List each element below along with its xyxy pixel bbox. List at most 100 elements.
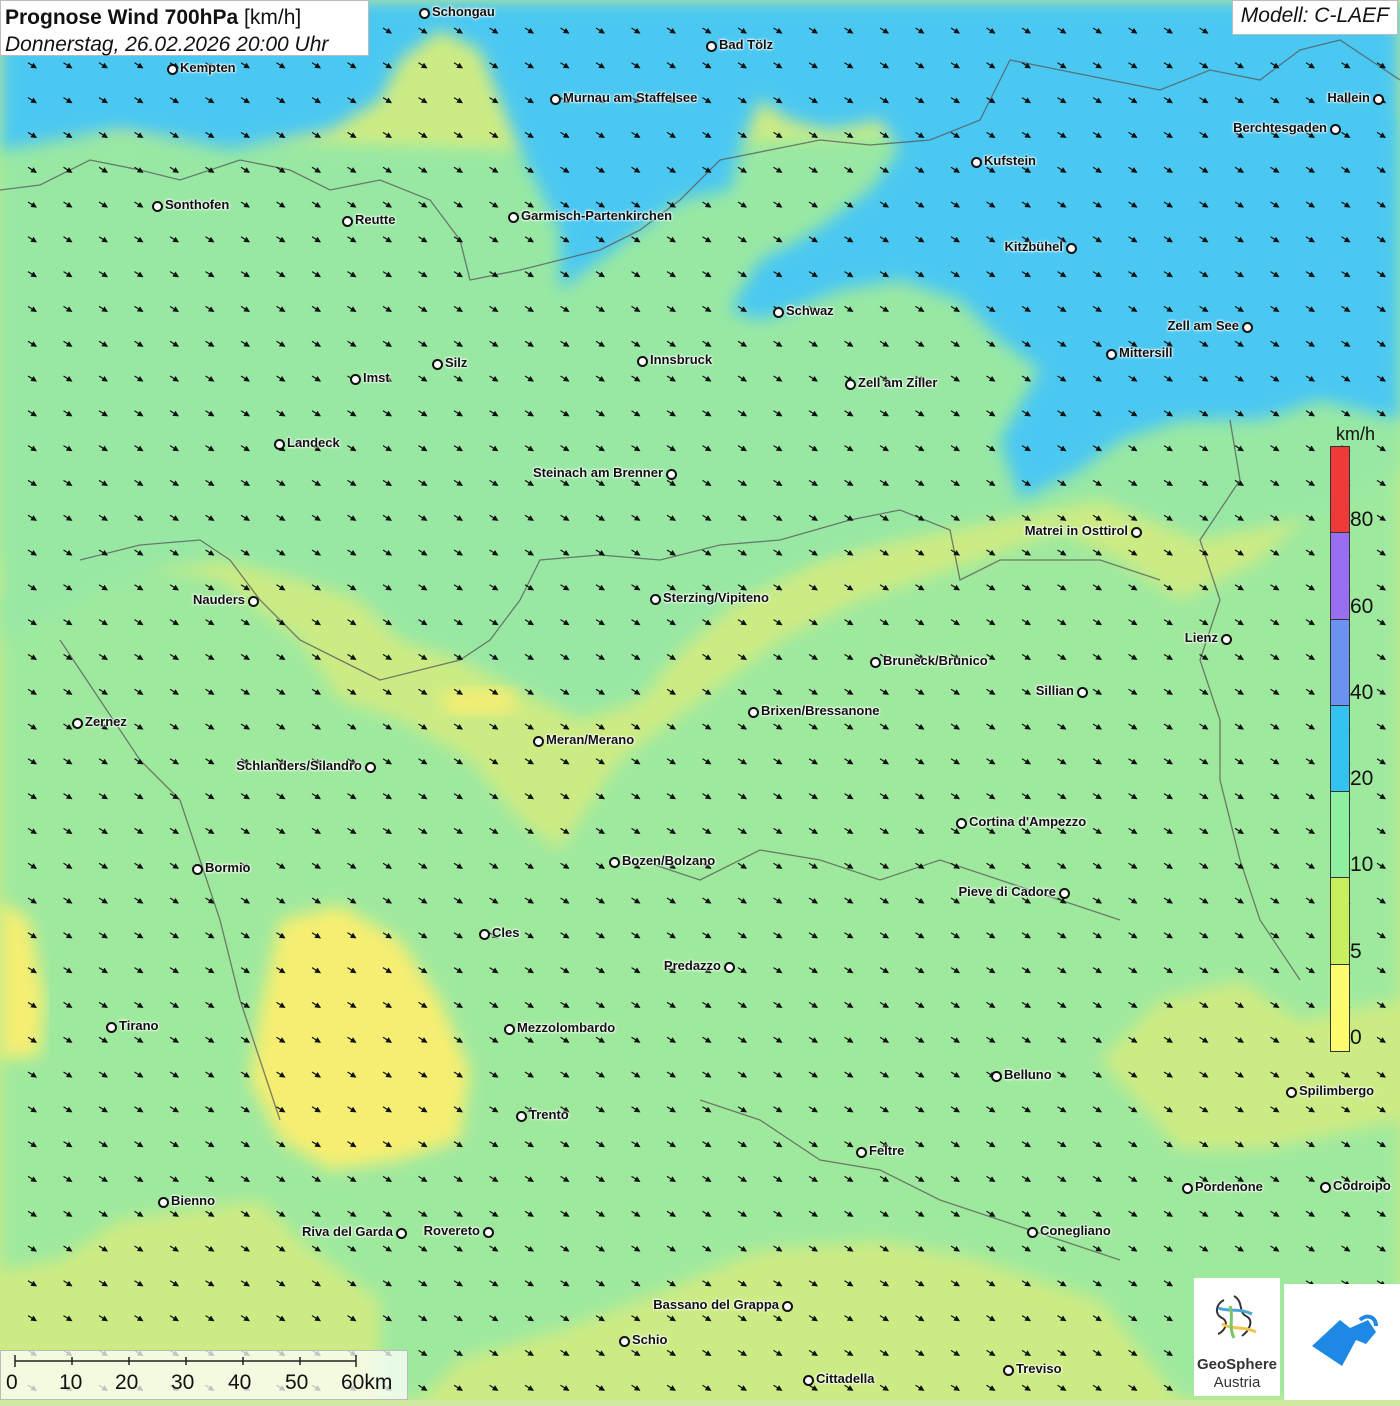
legend-label: 10 xyxy=(1350,853,1374,877)
model-label: Modell: C-LAEF xyxy=(1231,0,1398,35)
geosphere-logo[interactable]: GeoSphere Austria xyxy=(1194,1278,1280,1396)
city-label: Bormio xyxy=(205,860,251,875)
scale-label: 20 xyxy=(115,1371,139,1394)
city-label: Silz xyxy=(445,355,468,370)
legend-segment xyxy=(1331,447,1349,534)
city-dot xyxy=(1221,634,1232,645)
scale-label: 30 xyxy=(171,1371,195,1394)
scale-bar: 0 10 20 30 40 50 60km xyxy=(0,1350,408,1400)
city-label: Garmisch-Partenkirchen xyxy=(521,208,673,223)
app-logo[interactable] xyxy=(1284,1284,1400,1400)
geosphere-logo-line1: GeoSphere xyxy=(1196,1356,1278,1373)
city-dot xyxy=(1373,94,1384,105)
city-label: Predazzo xyxy=(663,958,721,973)
city-label: Lienz xyxy=(1184,630,1218,645)
city-label: Zell am See xyxy=(1167,318,1239,333)
city-dot xyxy=(1286,1087,1297,1098)
city-label: Landeck xyxy=(287,435,340,450)
city-dot xyxy=(845,379,856,390)
legend-label: 0 xyxy=(1350,1026,1362,1049)
city-dot xyxy=(1106,349,1117,360)
city-dot xyxy=(856,1147,867,1158)
city-label: Meran/Merano xyxy=(546,732,635,747)
city-label: Imst xyxy=(363,370,390,385)
city-label: Innsbruck xyxy=(650,352,713,367)
city-label: Matrei in Osttirol xyxy=(1024,523,1128,538)
city-label: Rovereto xyxy=(423,1223,480,1238)
city-dot xyxy=(1003,1365,1014,1376)
city-label: Reutte xyxy=(355,212,396,227)
city-dot xyxy=(1330,124,1341,135)
city-dot xyxy=(152,201,163,212)
city-dot xyxy=(1182,1183,1193,1194)
city-dot xyxy=(504,1024,515,1035)
city-label: Berchtesgaden xyxy=(1233,120,1327,135)
wind-bin-0-region-c xyxy=(440,688,515,714)
legend-segment xyxy=(1331,619,1349,706)
city-dot xyxy=(1077,687,1088,698)
city-label: Bienno xyxy=(171,1193,216,1208)
city-label: Riva del Garda xyxy=(301,1224,393,1239)
city-label: Zell am Ziller xyxy=(858,375,938,390)
city-dot xyxy=(803,1375,814,1386)
city-dot xyxy=(342,216,353,227)
city-label: Tirano xyxy=(119,1018,159,1033)
city-dot xyxy=(432,359,443,370)
city-dot xyxy=(1059,888,1070,899)
city-dot xyxy=(1027,1227,1038,1238)
city-dot xyxy=(782,1301,793,1312)
legend-segment xyxy=(1331,878,1349,965)
city-dot xyxy=(419,8,430,19)
city-label: Trento xyxy=(529,1107,569,1122)
city-dot xyxy=(167,64,178,75)
city-label: Treviso xyxy=(1016,1361,1062,1376)
geosphere-emblem-icon xyxy=(1216,1295,1257,1339)
city-label: Murnau am Staffelsee xyxy=(563,90,698,105)
city-dot xyxy=(971,157,982,168)
map-title-unit: [km/h] xyxy=(244,6,302,29)
city-dot xyxy=(666,469,677,480)
city-label: Zernez xyxy=(85,714,127,729)
city-dot xyxy=(483,1227,494,1238)
city-label: Belluno xyxy=(1004,1067,1052,1082)
city-label: Kufstein xyxy=(984,153,1036,168)
city-dot xyxy=(516,1111,527,1122)
city-dot xyxy=(1066,243,1077,254)
city-dot xyxy=(550,94,561,105)
city-label: Bozen/Bolzano xyxy=(622,853,716,868)
city-label: Bassano del Grappa xyxy=(653,1297,779,1312)
legend-label: 20 xyxy=(1350,767,1374,791)
legend-unit: km/h xyxy=(1336,424,1376,444)
scale-label: 60km xyxy=(341,1371,393,1394)
map-subtitle: Donnerstag, 26.02.2026 20:00 Uhr xyxy=(5,33,329,56)
city-dot xyxy=(1320,1182,1331,1193)
scale-label: 40 xyxy=(228,1371,252,1394)
city-label: Spilimbergo xyxy=(1299,1083,1375,1098)
city-label: Hallein xyxy=(1327,90,1370,105)
city-dot xyxy=(609,857,620,868)
city-dot xyxy=(748,707,759,718)
city-label: Schio xyxy=(632,1332,668,1347)
color-legend: km/h 0 5 10 20 40 60 80 xyxy=(1320,420,1396,1060)
city-label: Codroipo xyxy=(1333,1178,1391,1193)
city-label: Kempten xyxy=(180,60,236,75)
legend-label: 40 xyxy=(1350,680,1374,704)
city-dot xyxy=(350,374,361,385)
city-dot xyxy=(508,212,519,223)
city-label: Schlanders/Silandro xyxy=(236,758,362,773)
city-label: Pordenone xyxy=(1195,1179,1263,1194)
map-title: Prognose Wind 700hPa [km/h] xyxy=(5,4,360,31)
legend-colorbar xyxy=(1330,446,1350,1052)
city-label: Cittadella xyxy=(816,1371,875,1386)
city-dot xyxy=(396,1228,407,1239)
geosphere-logo-line2: Austria xyxy=(1213,1374,1261,1391)
scale-label: 50 xyxy=(285,1371,309,1394)
city-label: Cles xyxy=(492,925,520,940)
map-area[interactable]: Schongau Bad Tölz Kempten Murnau am Staffel… xyxy=(0,0,1400,1400)
map-title-text: Prognose Wind 700hPa xyxy=(5,6,239,29)
app-logo-icon xyxy=(1312,1314,1378,1366)
city-dot xyxy=(956,818,967,829)
legend-label: 5 xyxy=(1350,939,1362,963)
city-dot xyxy=(365,762,376,773)
city-label: Sterzing/Vipiteno xyxy=(663,590,769,605)
